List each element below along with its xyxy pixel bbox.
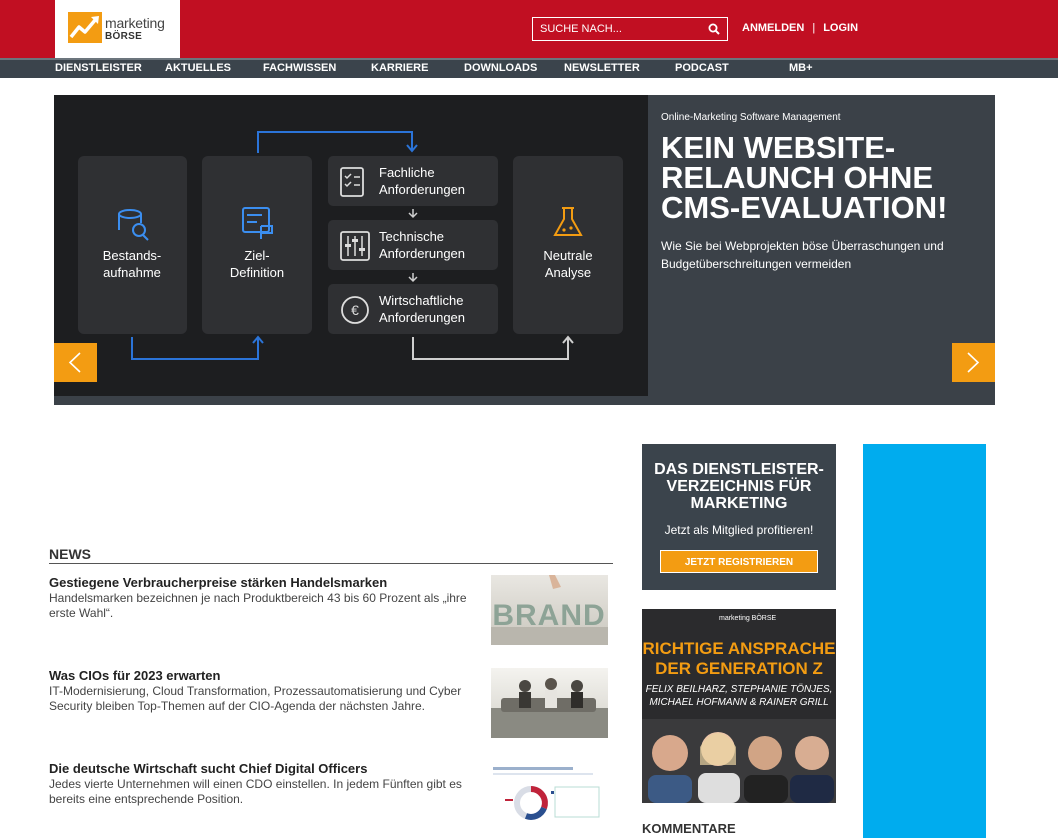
logo-text-marketing: marketing bbox=[105, 15, 165, 31]
hero-kicker: Online-Marketing Software Management bbox=[661, 112, 841, 123]
diagram-label-technisch-1: Technische bbox=[379, 229, 444, 244]
nav-item-newsletter[interactable]: NEWSLETTER bbox=[564, 62, 640, 74]
nav-item-fachwissen[interactable]: FACHWISSEN bbox=[263, 62, 336, 74]
auth-links: ANMELDEN | LOGIN bbox=[742, 22, 858, 34]
search-icon[interactable] bbox=[708, 23, 720, 35]
diagram-label-wirtschaft-1: Wirtschaftliche bbox=[379, 293, 464, 308]
comments-heading: KOMMENTARE bbox=[642, 821, 736, 836]
news-item[interactable]: Was CIOs für 2023 erwarten IT-Modernisie… bbox=[49, 668, 613, 738]
book-title: RICHTIGE ANSPRACHE DER GENERATION Z bbox=[642, 639, 836, 678]
diagram-label-ziel-2: Definition bbox=[230, 265, 284, 280]
diagram-label-technisch-2: Anforderungen bbox=[379, 246, 465, 261]
news-item[interactable]: Gestiegene Verbraucherpreise stärken Han… bbox=[49, 575, 613, 645]
top-bar: marketing BÖRSE ANMELDEN | LOGIN bbox=[0, 0, 1058, 58]
news-heading: NEWS bbox=[49, 546, 613, 564]
directory-promo: DAS DIENSTLEISTER-VERZEICHNIS FÜR MARKET… bbox=[642, 444, 836, 590]
slider-next-button[interactable] bbox=[952, 343, 995, 382]
book-authors: FELIX BEILHARZ, STEPHANIE TÖNJES, MICHAE… bbox=[645, 684, 833, 708]
directory-title: DAS DIENSTLEISTER-VERZEICHNIS FÜR MARKET… bbox=[654, 461, 824, 512]
diagram-label-fachlich-2: Anforderungen bbox=[379, 182, 465, 197]
chevron-right-icon bbox=[967, 352, 980, 373]
search-input[interactable] bbox=[533, 18, 703, 40]
diagram-label-bestand-2: aufnahme bbox=[103, 265, 161, 280]
nav-item-downloads[interactable]: DOWNLOADS bbox=[464, 62, 537, 74]
hero-title[interactable]: KEIN WEBSITE-RELAUNCH OHNE CMS-EVALUATIO… bbox=[661, 132, 981, 223]
nav-item-karriere[interactable]: KARRIERE bbox=[371, 62, 428, 74]
main-nav: DIENSTLEISTER AKTUELLES FACHWISSEN KARRI… bbox=[0, 58, 1058, 78]
news-thumbnail[interactable]: BRAND bbox=[491, 575, 608, 645]
register-link[interactable]: ANMELDEN bbox=[742, 22, 804, 34]
auth-separator: | bbox=[812, 22, 816, 34]
directory-subtitle: Jetzt als Mitglied profitieren! bbox=[664, 523, 814, 537]
nav-item-podcast[interactable]: PODCAST bbox=[675, 62, 729, 74]
hero-diagram: € Bestands- aufnahme Ziel- Definition Fa… bbox=[54, 95, 648, 396]
news-item-teaser: IT-Modernisierung, Cloud Transformation,… bbox=[49, 684, 462, 713]
hero-subtitle: Wie Sie bei Webprojekten böse Überraschu… bbox=[661, 239, 944, 271]
nav-item-dienstleister[interactable]: DIENSTLEISTER bbox=[55, 62, 142, 74]
news-thumbnail[interactable] bbox=[491, 668, 608, 738]
search-box bbox=[532, 17, 728, 41]
news-thumbnail[interactable] bbox=[491, 761, 608, 831]
nav-item-mb-plus[interactable]: MB+ bbox=[789, 62, 813, 74]
hero-slider[interactable]: € Bestands- aufnahme Ziel- Definition Fa… bbox=[54, 95, 995, 405]
login-link[interactable]: LOGIN bbox=[823, 22, 858, 34]
svg-text:€: € bbox=[351, 302, 359, 318]
slider-prev-button[interactable] bbox=[54, 343, 97, 382]
logo-text-boerse: BÖRSE bbox=[105, 31, 143, 42]
book-promo[interactable]: marketing BÖRSE RICHTIGE ANSPRACHE DER G… bbox=[642, 609, 836, 803]
ad-banner[interactable] bbox=[863, 444, 986, 838]
diagram-label-wirtschaft-2: Anforderungen bbox=[379, 310, 465, 325]
diagram-label-bestand-1: Bestands- bbox=[103, 248, 162, 263]
news-item-teaser: Jedes vierte Unternehmen will einen CDO … bbox=[49, 777, 462, 806]
site-logo[interactable]: marketing BÖRSE bbox=[55, 0, 180, 58]
nav-item-aktuelles[interactable]: AKTUELLES bbox=[165, 62, 231, 74]
news-item-teaser: Handelsmarken bezeichnen je nach Produkt… bbox=[49, 591, 467, 620]
news-item[interactable]: Die deutsche Wirtschaft sucht Chief Digi… bbox=[49, 761, 613, 831]
chevron-left-icon bbox=[68, 352, 81, 373]
logo-chart-icon bbox=[68, 12, 102, 43]
brand-thumb-text: BRAND bbox=[492, 599, 605, 632]
author-photos bbox=[642, 719, 836, 803]
diagram-label-analyse-1: Neutrale bbox=[543, 248, 592, 263]
diagram-label-fachlich-1: Fachliche bbox=[379, 165, 435, 180]
diagram-label-analyse-2: Analyse bbox=[545, 265, 591, 280]
book-brand: marketing BÖRSE bbox=[719, 615, 777, 622]
diagram-label-ziel-1: Ziel- bbox=[244, 248, 269, 263]
register-button[interactable]: JETZT REGISTRIEREN bbox=[660, 550, 818, 573]
